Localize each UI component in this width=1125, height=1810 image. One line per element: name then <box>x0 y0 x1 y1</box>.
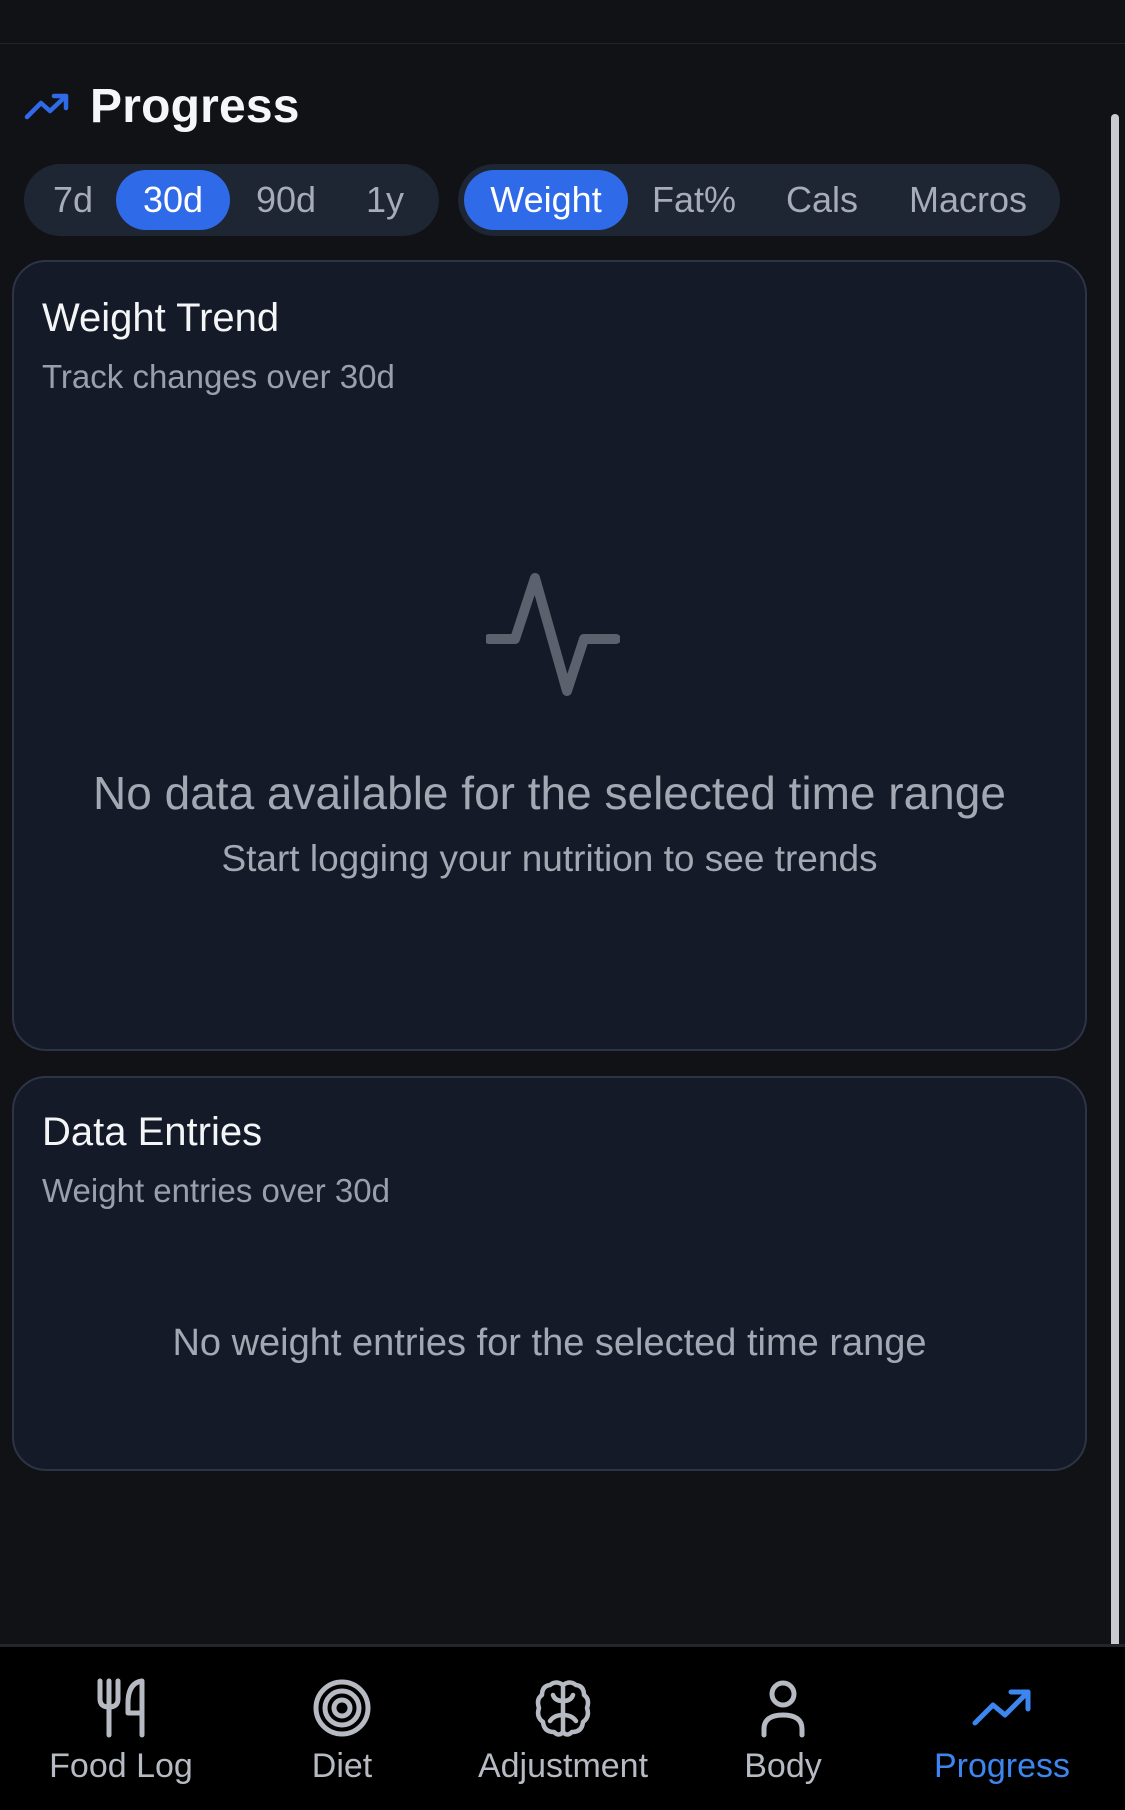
metric-option-weight[interactable]: Weight <box>464 170 628 230</box>
weight-trend-card: Weight Trend Track changes over 30d No d… <box>12 260 1087 1051</box>
person-icon <box>761 1680 805 1738</box>
trending-up-icon <box>972 1689 1031 1726</box>
brain-icon <box>535 1680 591 1737</box>
tab-progress[interactable]: Progress <box>892 1677 1112 1797</box>
range-option-90d[interactable]: 90d <box>230 170 342 230</box>
page-title: Progress <box>90 79 300 133</box>
time-range-selector: 7d 30d 90d 1y <box>24 164 439 236</box>
page-header: Progress <box>24 78 300 134</box>
entries-empty-state: No weight entries for the selected time … <box>172 1322 927 1364</box>
empty-state-title: No data available for the selected time … <box>93 767 1006 819</box>
card-subtitle: Track changes over 30d <box>42 358 395 395</box>
target-icon <box>313 1679 371 1737</box>
tab-label: Progress <box>933 1747 1071 1785</box>
tab-label: Food Log <box>49 1747 193 1785</box>
metric-selector: Weight Fat% Cals Macros <box>458 164 1060 236</box>
metric-option-cals[interactable]: Cals <box>760 170 884 230</box>
status-bar-area <box>0 0 1125 44</box>
trending-up-icon <box>24 91 70 121</box>
tab-body[interactable]: Body <box>673 1677 893 1797</box>
data-entries-card: Data Entries Weight entries over 30d No … <box>12 1076 1087 1471</box>
scrollbar[interactable] <box>1111 114 1119 1792</box>
tab-label: Body <box>744 1747 822 1785</box>
app-root: Progress 7d 30d 90d 1y Weight Fat% Cals … <box>0 0 1125 1810</box>
tab-label: Adjustment <box>477 1747 649 1785</box>
range-option-7d[interactable]: 7d <box>30 170 116 230</box>
card-subtitle: Weight entries over 30d <box>42 1172 390 1209</box>
card-title: Weight Trend <box>42 296 280 340</box>
range-option-1y[interactable]: 1y <box>342 170 428 230</box>
activity-pulse-icon <box>486 573 620 696</box>
metric-option-macros[interactable]: Macros <box>884 170 1052 230</box>
card-title: Data Entries <box>42 1110 263 1154</box>
empty-state-subtitle: Start logging your nutrition to see tren… <box>221 838 878 879</box>
fork-knife-icon <box>97 1678 145 1738</box>
tab-label: Diet <box>311 1747 373 1785</box>
metric-option-fat-percent[interactable]: Fat% <box>628 170 760 230</box>
tab-adjustment[interactable]: Adjustment <box>453 1677 673 1797</box>
tab-diet[interactable]: Diet <box>232 1677 452 1797</box>
tab-food-log[interactable]: Food Log <box>11 1677 231 1797</box>
range-option-30d[interactable]: 30d <box>116 170 230 230</box>
bottom-tab-bar: Food Log Diet Adjustment Body Progress <box>0 1644 1125 1810</box>
